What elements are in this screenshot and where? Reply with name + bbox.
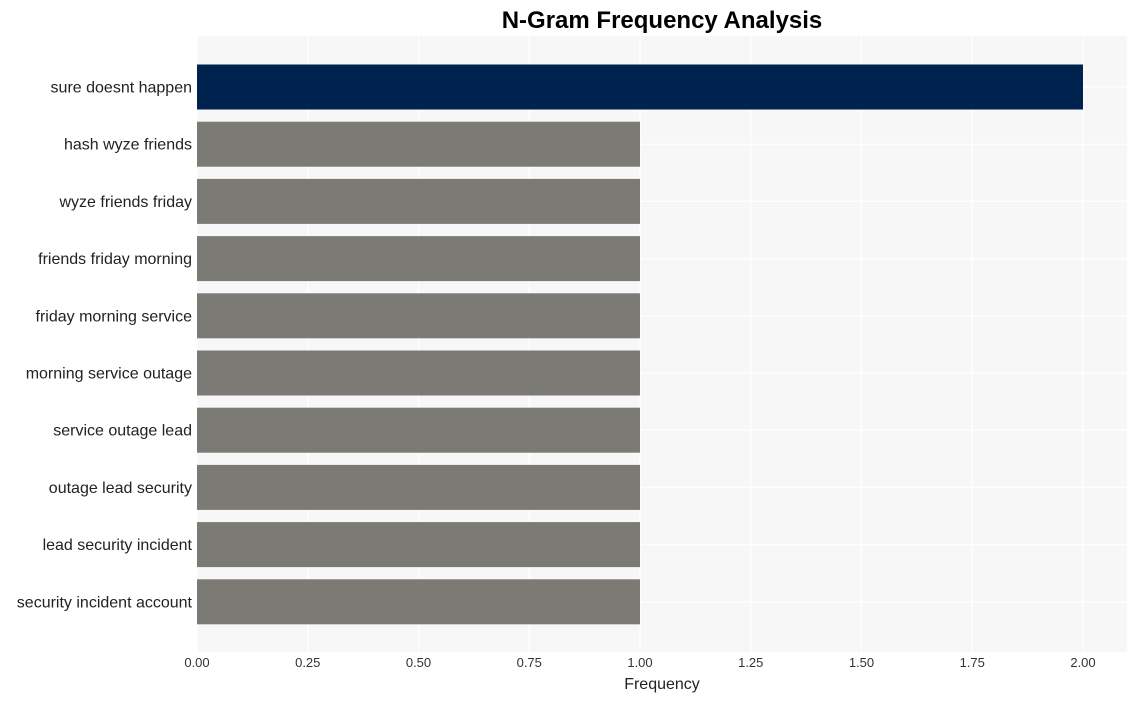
y-tick-label: wyze friends friday [59,194,193,211]
y-tick-label: security incident account [17,594,193,611]
chart-title: N-Gram Frequency Analysis [502,7,823,34]
bar-outage-lead-security [197,464,640,510]
x-tick-label: 0.25 [295,655,320,670]
ngram-bar-chart: N-Gram Frequency Analysis sure doesnt ha… [17,7,1127,693]
x-tick-label: 0.00 [184,655,209,670]
y-tick-label: friends friday morning [38,251,192,268]
x-tick-label: 0.50 [406,655,431,670]
bar-sure-doesnt-happen [197,64,1083,110]
x-tick-label: 1.00 [627,655,652,670]
x-tick-label: 1.75 [960,655,985,670]
y-axis-labels: sure doesnt happen hash wyze friends wyze … [17,80,193,612]
y-tick-label: lead security incident [43,537,193,554]
y-tick-label: service outage lead [53,423,192,440]
y-tick-label: morning service outage [26,366,192,383]
x-tick-label: 1.50 [849,655,874,670]
y-tick-label: friday morning service [36,308,193,325]
bar-wyze-friends-friday [197,178,640,224]
bar-service-outage-lead [197,407,640,453]
x-tick-label: 1.25 [738,655,763,670]
x-tick-label: 2.00 [1070,655,1095,670]
y-tick-label: outage lead security [49,480,192,497]
bar-friends-friday-morning [197,236,640,282]
y-tick-label: hash wyze friends [64,137,192,154]
bar-security-incident-account [197,579,640,625]
bar-friday-morning-service [197,293,640,339]
bar-hash-wyze-friends [197,121,640,167]
x-axis-ticks: 0.00 0.25 0.50 0.75 1.00 1.25 1.50 1.75 2.00 [184,655,1095,670]
x-axis-title: Frequency [624,676,700,693]
y-tick-label: sure doesnt happen [51,80,192,97]
x-tick-label: 0.75 [517,655,542,670]
bar-morning-service-outage [197,350,640,396]
bar-lead-security-incident [197,522,640,568]
